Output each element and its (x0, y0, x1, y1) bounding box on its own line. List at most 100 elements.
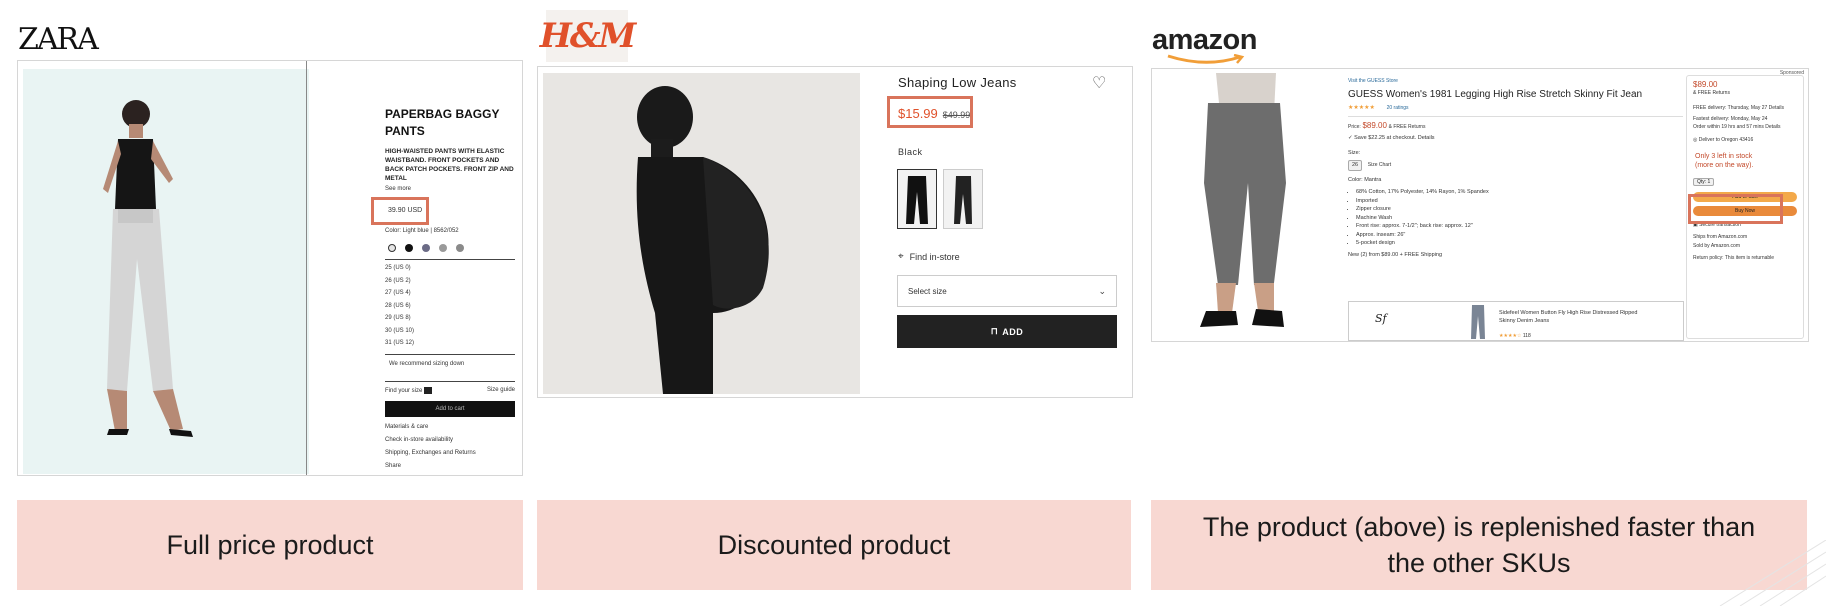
hm-add-label: ADD (1002, 326, 1024, 337)
chevron-down-icon: ⌄ (1098, 285, 1106, 296)
zara-size-list: 25 (US 0) 26 (US 2) 27 (US 4) 28 (US 6) … (385, 259, 515, 350)
amazon-logo-text: amazon (1152, 24, 1257, 56)
model-figure-icon (103, 100, 193, 437)
amazon-rating-row[interactable]: ★★★★★ 20 ratings (1348, 104, 1683, 113)
ad-thumbnail (1467, 304, 1489, 340)
amazon-buybox-price: $89.00 (1693, 80, 1718, 89)
zara-price-highlight (371, 197, 429, 225)
zara-link-availability[interactable]: Check in-store availability (385, 437, 515, 450)
amazon-size-row: 26 Size Chart (1348, 160, 1683, 171)
bullet-item: 5-pocket design (1356, 239, 1683, 248)
amazon-model-photo (1156, 73, 1316, 339)
ad-title[interactable]: Sidefeel Women Button Fly High Rise Dist… (1499, 309, 1649, 325)
star-rating-icon: ★★★★★ (1348, 105, 1375, 111)
zara-size-row: Find your size Size guide (385, 381, 515, 394)
amazon-caption-text: The product (above) is replenished faste… (1202, 512, 1756, 578)
hm-select-size-dropdown[interactable]: Select size ⌄ (897, 275, 1117, 307)
size-option[interactable]: 26 (US 2) (385, 275, 515, 288)
zara-see-more-link[interactable]: See more (385, 186, 515, 192)
amazon-price-row: Price: $89.00 & FREE Returns (1348, 116, 1683, 132)
amazon-fastest-delivery: Fastest delivery: Monday, May 24 (1693, 116, 1768, 122)
bullet-item: 68% Cotton, 17% Polyester, 14% Rayon, 1%… (1356, 188, 1683, 197)
amazon-stock-line1: Only 3 left in stock (1695, 153, 1753, 160)
amazon-qty-select[interactable]: Qty: 1 (1693, 178, 1715, 186)
jeans-thumbnail-icon (954, 176, 972, 224)
swatch-light-blue[interactable] (388, 243, 396, 252)
size-option[interactable]: 28 (US 6) (385, 300, 515, 313)
amazon-return-policy[interactable]: Return policy: This item is returnable (1693, 254, 1797, 262)
zara-add-to-cart-label: Add to cart (435, 406, 465, 412)
bullet-item: Front rise: approx. 7-1/2"; back rise: a… (1356, 222, 1683, 231)
amazon-save-note: ✓ Save $22.25 at checkout. Details (1348, 135, 1435, 141)
zara-model-photo (23, 69, 309, 474)
star-rating-icon: ★★★★☆ (1499, 333, 1522, 339)
amazon-size-label: Size: (1348, 150, 1361, 156)
amazon-logo: amazon (1152, 24, 1257, 64)
size-option[interactable]: 25 (US 0) (385, 262, 515, 275)
ad-rating: ★★★★☆ 118 (1499, 333, 1531, 339)
amazon-store-link[interactable]: Visit the GUESS Store (1348, 77, 1683, 86)
jeans-thumbnail-icon (1471, 305, 1485, 339)
amazon-ratings-link[interactable]: 20 ratings (1387, 105, 1409, 111)
zara-screenshot: PAPERBAG BAGGY PANTS HIGH-WAISTED PANTS … (17, 60, 523, 476)
swatch-black[interactable] (405, 243, 413, 252)
heart-icon[interactable]: ♡ (1092, 73, 1106, 93)
amazon-size-select[interactable]: 26 (1348, 160, 1363, 171)
bullet-item: Machine Wash (1356, 214, 1683, 223)
zara-color-label: Color: Light blue | 8562/052 (385, 228, 459, 234)
zara-sizing-note: We recommend sizing down (385, 354, 515, 367)
hm-select-size-label: Select size (908, 286, 947, 296)
size-option[interactable]: 30 (US 10) (385, 325, 515, 338)
zara-find-size-link[interactable]: Find your size (385, 387, 433, 394)
zara-size-guide-link[interactable]: Size guide (487, 387, 515, 394)
zara-description: HIGH-WAISTED PANTS WITH ELASTIC WAISTBAN… (385, 148, 514, 182)
zara-link-share[interactable]: Share (385, 463, 515, 475)
zara-add-to-cart-button[interactable]: Add to cart (385, 401, 515, 417)
shopping-bag-icon: ⊓ (990, 326, 999, 336)
amazon-product-title: GUESS Women's 1981 Legging High Rise Str… (1348, 89, 1643, 100)
amazon-stock-highlight (1688, 194, 1783, 224)
decorative-lines-icon (1719, 540, 1826, 606)
amazon-free-returns[interactable]: & FREE Returns (1389, 124, 1426, 130)
bullet-item: Imported (1356, 197, 1683, 206)
zara-link-materials[interactable]: Materials & care (385, 424, 515, 437)
hm-color-label: Black (898, 147, 923, 157)
hm-add-button[interactable]: ⊓ ADD (897, 315, 1117, 348)
zara-divider (306, 61, 307, 475)
size-option[interactable]: 29 (US 8) (385, 312, 515, 325)
hm-caption-text: Discounted product (717, 530, 951, 560)
amazon-sponsored-ad[interactable]: Sf Sidefeel Women Button Fly High Rise D… (1348, 301, 1684, 341)
hm-caption: Discounted product (537, 500, 1131, 590)
amazon-buybox-returns[interactable]: & FREE Returns (1693, 89, 1797, 98)
zara-link-shipping[interactable]: Shipping, Exchanges and Returns (385, 450, 515, 463)
swatch-navy[interactable] (422, 243, 430, 252)
amazon-order-within: Order within 19 hrs and 57 mins Details (1693, 124, 1781, 130)
amazon-size-chart-link[interactable]: Size Chart (1368, 162, 1391, 168)
hm-find-in-store[interactable]: ⌖ Find in-store (898, 251, 960, 262)
hm-price-highlight (887, 96, 973, 128)
zara-logo: ZARA (18, 22, 99, 57)
hm-screenshot: Shaping Low Jeans ♡ $15.99 $49.99 Black … (537, 66, 1133, 398)
hm-logo: H&M (540, 10, 636, 62)
size-option[interactable]: 31 (US 12) (385, 337, 515, 350)
hm-swatch-black[interactable] (897, 169, 937, 229)
model-legs-icon (1200, 73, 1286, 327)
amazon-color-label: Color: Mantra (1348, 177, 1382, 183)
size-option[interactable]: 27 (US 4) (385, 287, 515, 300)
location-pin-icon: ⌖ (898, 251, 904, 262)
amazon-new-from[interactable]: New (2) from $89.00 + FREE Shipping (1348, 251, 1683, 260)
amazon-price-label: Price: (1348, 124, 1361, 130)
zara-caption-text: Full price product (166, 530, 374, 560)
hm-swatch-alt[interactable] (943, 169, 983, 229)
model-figure-icon (636, 86, 769, 394)
amazon-deliver-to[interactable]: ◎ Deliver to Oregon 43416 (1693, 136, 1797, 145)
amazon-bullet-list: 68% Cotton, 17% Polyester, 14% Rayon, 1%… (1348, 188, 1683, 248)
swatch-grey[interactable] (439, 243, 447, 252)
sidefeel-logo-icon: Sf (1375, 312, 1387, 325)
swatch-dark-grey[interactable] (456, 243, 464, 252)
amazon-free-delivery: FREE delivery: Thursday, May 27 Details (1693, 105, 1784, 111)
zara-product-title: PAPERBAG BAGGY PANTS (385, 107, 500, 138)
bullet-item: Zipper closure (1356, 205, 1683, 214)
zara-swatches (388, 239, 473, 257)
hm-logo-text: H&M (539, 16, 636, 56)
